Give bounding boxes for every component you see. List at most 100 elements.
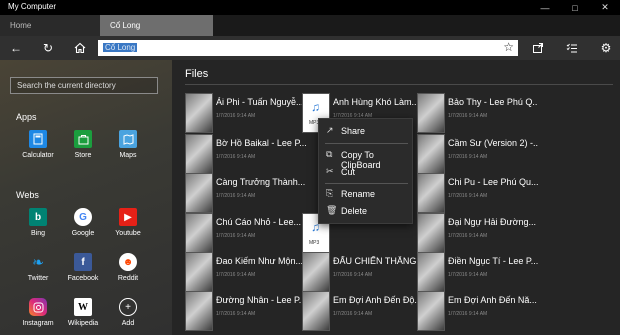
menu-item-label: Delete bbox=[341, 206, 368, 216]
album-art-thumbnail bbox=[185, 252, 213, 292]
file-date: 1/7/2016 9:14 AM bbox=[448, 154, 488, 160]
wikipedia-icon: W bbox=[74, 298, 92, 316]
reddit-alien-icon: ☻ bbox=[119, 253, 137, 271]
file-item[interactable]: Đại Ngự Hải Đường... 1/7/2016 9:14 AM bbox=[417, 213, 536, 253]
close-button[interactable]: ✕ bbox=[590, 0, 620, 15]
menu-item-cut[interactable]: ✂ Cut bbox=[319, 164, 414, 180]
minimize-button[interactable]: — bbox=[530, 0, 560, 15]
file-item[interactable]: Em Đợi Anh Đến Độ... 1/7/2016 9:14 AM bbox=[302, 291, 422, 331]
app-calculator[interactable]: Calculator bbox=[15, 130, 61, 159]
album-art-thumbnail bbox=[417, 252, 445, 292]
facebook-icon: f bbox=[74, 253, 92, 271]
app-label: Calculator bbox=[22, 152, 54, 159]
google-icon: G bbox=[74, 208, 92, 226]
window-title: My Computer bbox=[8, 2, 57, 11]
file-date: 1/7/2016 9:14 AM bbox=[333, 311, 373, 317]
tab-co-long[interactable]: Cổ Long bbox=[100, 15, 213, 36]
file-name: Càng Trưởng Thành... bbox=[216, 177, 306, 187]
web-twitter[interactable]: ❧ Twitter bbox=[15, 253, 61, 283]
file-item[interactable]: Đường Nhân - Lee P... 1/7/2016 9:14 AM bbox=[185, 291, 306, 331]
search-input[interactable]: Search the current directory bbox=[10, 77, 158, 94]
address-text: Cổ Long bbox=[103, 43, 138, 52]
file-item[interactable]: Ái Phi - Tuấn Nguyễ... 1/7/2016 9:14 AM bbox=[185, 93, 304, 133]
file-item[interactable]: Bảo Thy - Lee Phú Q... 1/7/2016 9:14 AM bbox=[417, 93, 538, 133]
app-store[interactable]: Store bbox=[60, 130, 106, 159]
file-item[interactable]: Điền Ngục Tí - Lee P... 1/7/2016 9:14 AM bbox=[417, 252, 538, 292]
menu-item-share[interactable]: ↗ Share bbox=[319, 123, 414, 139]
favorite-star-icon[interactable]: ☆ bbox=[503, 40, 514, 54]
web-label: Wikipedia bbox=[67, 320, 99, 327]
rename-icon: ⎘ bbox=[326, 188, 334, 198]
web-youtube[interactable]: ▶ Youtube bbox=[105, 208, 151, 237]
menu-item-copy[interactable]: ⧉ Copy To ClipBoard bbox=[319, 147, 414, 170]
file-item[interactable]: Cầm Sư (Version 2) -... 1/7/2016 9:14 AM bbox=[417, 134, 538, 174]
file-date: 1/7/2016 9:14 AM bbox=[216, 311, 256, 317]
web-facebook[interactable]: f Facebook bbox=[60, 253, 106, 282]
open-external-icon[interactable] bbox=[530, 40, 546, 56]
app-label: Maps bbox=[119, 152, 137, 159]
web-label: Youtube bbox=[115, 230, 141, 237]
file-item[interactable]: ĐẤU CHIẾN THẮNG... 1/7/2016 9:14 AM bbox=[302, 252, 423, 292]
web-bing[interactable]: b Bing bbox=[15, 208, 61, 237]
file-name: Cầm Sư (Version 2) -... bbox=[448, 138, 538, 148]
file-name: Bảo Thy - Lee Phú Q... bbox=[448, 97, 538, 107]
app-label: Store bbox=[74, 152, 92, 159]
file-name: Điền Ngục Tí - Lee P... bbox=[448, 256, 538, 266]
file-name: Bờ Hồ Baikal - Lee P... bbox=[216, 138, 306, 148]
home-icon[interactable] bbox=[72, 40, 88, 56]
menu-item-delete[interactable]: 🗑 Delete bbox=[319, 203, 414, 219]
album-art-thumbnail bbox=[417, 134, 445, 174]
file-item[interactable]: Em Đợi Anh Đến Nă... 1/7/2016 9:14 AM bbox=[417, 291, 537, 331]
file-item[interactable]: Chi Pu - Lee Phú Qu... 1/7/2016 9:14 AM bbox=[417, 173, 538, 213]
twitter-bird-icon: ❧ bbox=[32, 253, 44, 270]
refresh-icon[interactable]: ↻ bbox=[40, 40, 56, 56]
file-item[interactable]: Càng Trưởng Thành... 1/7/2016 9:14 AM bbox=[185, 173, 306, 213]
file-name: Em Đợi Anh Đến Độ... bbox=[333, 295, 422, 305]
file-name: ĐẤU CHIẾN THẮNG... bbox=[333, 256, 423, 266]
checklist-icon[interactable] bbox=[564, 40, 580, 56]
web-label: Google bbox=[71, 230, 95, 237]
web-reddit[interactable]: ☻ Reddit bbox=[105, 253, 151, 282]
file-date: 1/7/2016 9:14 AM bbox=[448, 113, 488, 119]
web-label: Add bbox=[121, 320, 135, 327]
menu-item-rename[interactable]: ⎘ Rename bbox=[319, 186, 414, 202]
file-date: 1/7/2016 9:14 AM bbox=[216, 193, 256, 199]
menu-item-label: Cut bbox=[341, 167, 356, 177]
tab-strip: Home Cổ Long bbox=[0, 15, 620, 36]
store-icon bbox=[74, 130, 92, 148]
window-controls: — □ ✕ bbox=[530, 0, 620, 15]
maximize-button[interactable]: □ bbox=[560, 0, 590, 15]
calculator-icon bbox=[29, 130, 47, 148]
album-art-thumbnail bbox=[417, 173, 445, 213]
instagram-icon bbox=[29, 298, 47, 316]
web-instagram[interactable]: Instagram bbox=[15, 298, 61, 327]
files-divider bbox=[185, 84, 613, 85]
files-title: Files bbox=[185, 68, 209, 80]
file-date: 1/7/2016 9:14 AM bbox=[448, 272, 488, 278]
share-icon: ↗ bbox=[326, 125, 334, 135]
web-google[interactable]: G Google bbox=[60, 208, 106, 237]
address-bar[interactable]: Cổ Long ☆ bbox=[98, 40, 518, 56]
file-item[interactable]: Chú Cáo Nhỏ - Lee... 1/7/2016 9:14 AM bbox=[185, 213, 303, 253]
settings-gear-icon[interactable]: ⚙ bbox=[598, 40, 614, 56]
back-arrow-icon[interactable]: ← bbox=[8, 40, 24, 56]
web-wikipedia[interactable]: W Wikipedia bbox=[60, 298, 106, 327]
web-label: Instagram bbox=[22, 320, 54, 327]
webs-section-title: Webs bbox=[16, 190, 39, 200]
menu-item-label: Rename bbox=[341, 189, 376, 199]
file-item[interactable]: Bờ Hồ Baikal - Lee P... 1/7/2016 9:14 AM bbox=[185, 134, 306, 174]
menu-separator bbox=[325, 183, 408, 184]
web-label: Bing bbox=[30, 230, 45, 237]
trash-icon: 🗑 bbox=[326, 205, 338, 215]
apps-section-title: Apps bbox=[16, 112, 37, 122]
file-name: Anh Hùng Khó Làm... bbox=[333, 97, 420, 107]
file-name: Chú Cáo Nhỏ - Lee... bbox=[216, 217, 302, 227]
file-name: Đường Nhân - Lee P... bbox=[216, 295, 306, 305]
scissors-icon: ✂ bbox=[326, 166, 334, 176]
file-name: Chi Pu - Lee Phú Qu... bbox=[448, 177, 538, 187]
app-maps[interactable]: Maps bbox=[105, 130, 151, 159]
tab-home[interactable]: Home bbox=[0, 15, 100, 36]
album-art-thumbnail bbox=[185, 173, 213, 213]
web-add[interactable]: + Add bbox=[105, 298, 151, 327]
file-item[interactable]: Đao Kiếm Như Mộn... 1/7/2016 9:14 AM bbox=[185, 252, 303, 292]
